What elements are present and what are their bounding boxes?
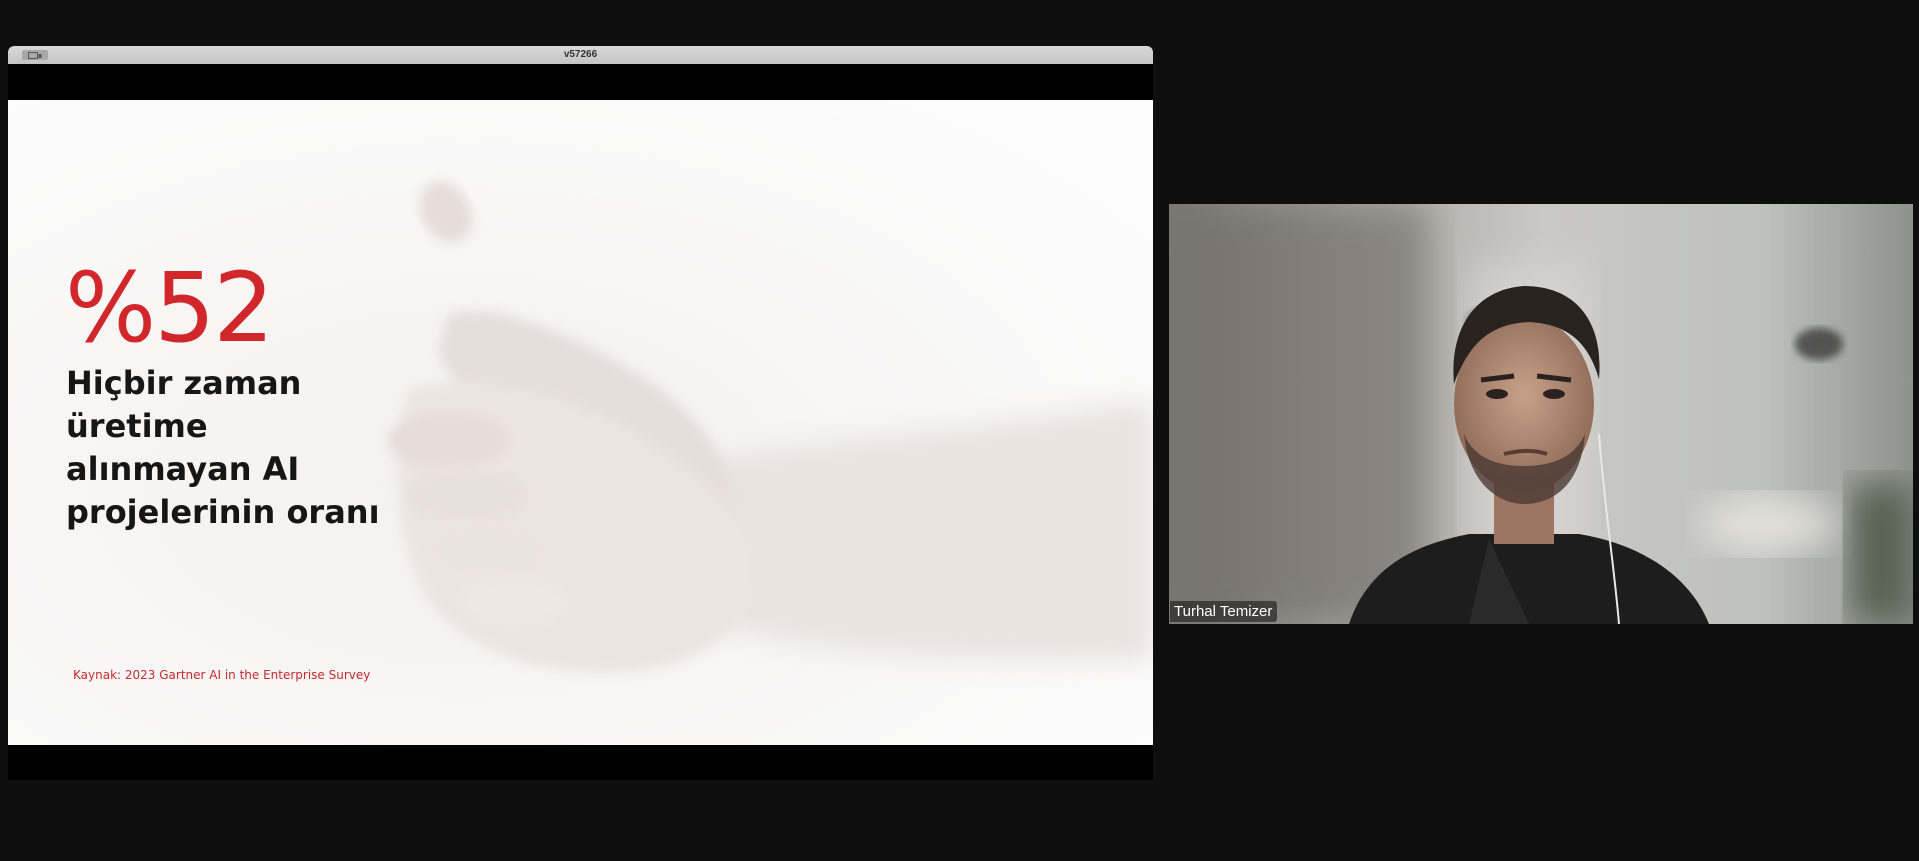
participant-name-tag: Turhal Temizer: [1170, 601, 1278, 622]
slide-description-line: projelerinin oranı: [66, 493, 380, 531]
slide-description-line: Hiçbir zaman: [66, 364, 302, 402]
letterbox-bottom: [8, 745, 1153, 780]
slide-stat-value: %52: [65, 252, 274, 364]
shared-screen-window[interactable]: v57266 %52 Hiçbir zaman üretime alınmaya…: [8, 46, 1153, 780]
slide-description-line: alınmayan AI: [66, 450, 300, 488]
slide-source: Kaynak: 2023 Gartner AI in the Enterpris…: [73, 668, 371, 682]
participant-video-tile[interactable]: Turhal Temizer: [1169, 204, 1913, 624]
letterbox-top: [8, 64, 1153, 100]
presentation-slide: %52 Hiçbir zaman üretime alınmayan AI pr…: [8, 100, 1153, 745]
slide-description-line: üretime: [66, 407, 208, 445]
shared-screen-title: v57266: [563, 49, 598, 60]
shared-screen-titlebar: v57266: [8, 46, 1153, 64]
participant-video-feed: [1169, 204, 1913, 624]
meeting-stage: v57266 %52 Hiçbir zaman üretime alınmaya…: [0, 0, 1919, 861]
slide-description: Hiçbir zaman üretime alınmayan AI projel…: [66, 362, 406, 534]
